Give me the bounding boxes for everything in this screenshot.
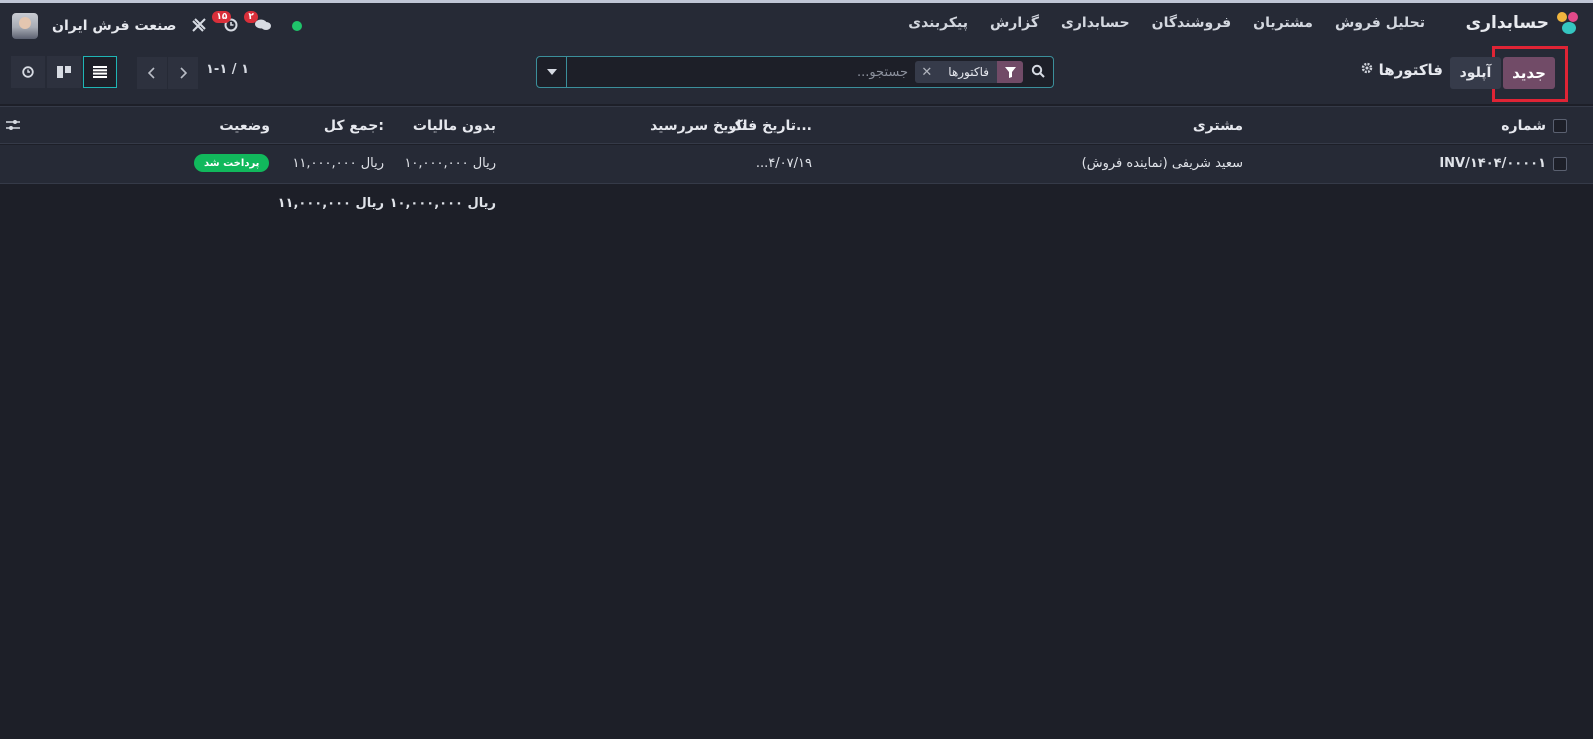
search-input[interactable] — [569, 62, 908, 82]
list-footer-totals: ریال ۱۰,۰۰۰,۰۰۰ ریال ۱۱,۰۰۰,۰۰۰ — [0, 185, 1593, 221]
facet-label: فاکتورها — [948, 65, 989, 79]
systray: صنعت فرش ایران ۱۵ ۲ — [12, 10, 303, 41]
column-total[interactable]: جمع کل: — [324, 118, 384, 134]
menu-vendors[interactable]: فروشندگان — [1152, 15, 1232, 31]
column-untaxed[interactable]: بدون مالیات — [413, 118, 496, 134]
app-title: حسابداری — [1465, 13, 1549, 33]
row-number: INV/۱۴۰۴/۰۰۰۰۱ — [1439, 156, 1546, 171]
facet-close-icon[interactable]: ✕ — [915, 61, 940, 83]
search-icon[interactable] — [1031, 64, 1045, 78]
row-invoice-date: ...۴/۰۷/۱۹ — [755, 156, 812, 171]
row-checkbox[interactable] — [1553, 157, 1567, 171]
row-customer: سعید شریفی (نماینده فروش) — [1081, 156, 1243, 171]
column-status[interactable]: وضعیت — [219, 118, 270, 134]
top-menu: تحلیل فروش مشتریان فروشندگان حسابداری گز… — [908, 15, 1425, 31]
menu-accounting[interactable]: حسابداری — [1061, 15, 1130, 31]
pager-previous-button[interactable] — [137, 57, 167, 89]
column-customer[interactable]: مشتری — [1193, 118, 1243, 134]
column-number[interactable]: شماره — [1501, 118, 1546, 134]
accounting-app-icon — [1557, 12, 1579, 34]
menu-configuration[interactable]: پیکربندی — [908, 15, 968, 31]
company-name[interactable]: صنعت فرش ایران — [52, 18, 176, 34]
new-button[interactable]: جدید — [1503, 57, 1555, 89]
status-badge: پرداخت شد — [194, 154, 270, 172]
row-untaxed: ریال ۱۰,۰۰۰,۰۰۰ — [404, 156, 496, 171]
search-facet: فاکتورها ✕ — [915, 61, 1023, 83]
column-due-date[interactable]: تاریخ سررسید — [650, 118, 747, 134]
messages-icon[interactable]: ۲ — [244, 10, 272, 36]
breadcrumb: فاکتورها — [1361, 61, 1443, 79]
kanban-view-button[interactable] — [47, 56, 81, 88]
list-view-button[interactable] — [83, 56, 117, 88]
menu-reporting[interactable]: گزارش — [990, 15, 1039, 31]
breadcrumb-invoices[interactable]: فاکتورها — [1379, 61, 1443, 79]
table-row[interactable]: INV/۱۴۰۴/۰۰۰۰۱ سعید شریفی (نماینده فروش)… — [0, 145, 1593, 184]
footer-untaxed: ریال ۱۰,۰۰۰,۰۰۰ — [389, 196, 496, 211]
row-total: ریال ۱۱,۰۰۰,۰۰۰ — [292, 156, 384, 171]
filter-icon — [997, 61, 1023, 83]
gear-icon[interactable] — [1361, 62, 1373, 78]
online-status-dot — [292, 21, 303, 31]
list-header: شماره مشتری تاریخ فاک... تاریخ سررسید بد… — [0, 106, 1593, 144]
pager-next-button[interactable] — [168, 57, 198, 89]
menu-customers[interactable]: مشتریان — [1253, 15, 1313, 31]
activity-count-badge: ۱۵ — [212, 10, 232, 23]
search-options-toggle[interactable] — [537, 57, 567, 87]
tools-icon[interactable] — [190, 17, 208, 36]
control-panel: جدید آپلود فاکتورها فاکتورها ✕ ۱-۱ / ۱ — [0, 46, 1593, 104]
select-all-checkbox[interactable] — [1553, 119, 1567, 133]
activity-view-button[interactable] — [11, 56, 45, 88]
upload-button[interactable]: آپلود — [1450, 57, 1501, 89]
user-avatar[interactable] — [12, 13, 38, 39]
menu-sales-analysis[interactable]: تحلیل فروش — [1335, 15, 1425, 31]
search-panel: فاکتورها ✕ — [536, 56, 1054, 88]
footer-total: ریال ۱۱,۰۰۰,۰۰۰ — [277, 196, 384, 211]
activity-clock-icon[interactable]: ۱۵ — [212, 10, 240, 36]
app-brand[interactable]: حسابداری — [1466, 12, 1579, 34]
optional-columns-icon[interactable] — [6, 119, 20, 135]
messages-count-badge: ۲ — [244, 10, 258, 23]
top-navbar: حسابداری تحلیل فروش مشتریان فروشندگان حس… — [0, 0, 1593, 46]
pager-value[interactable]: ۱-۱ / ۱ — [206, 62, 249, 77]
